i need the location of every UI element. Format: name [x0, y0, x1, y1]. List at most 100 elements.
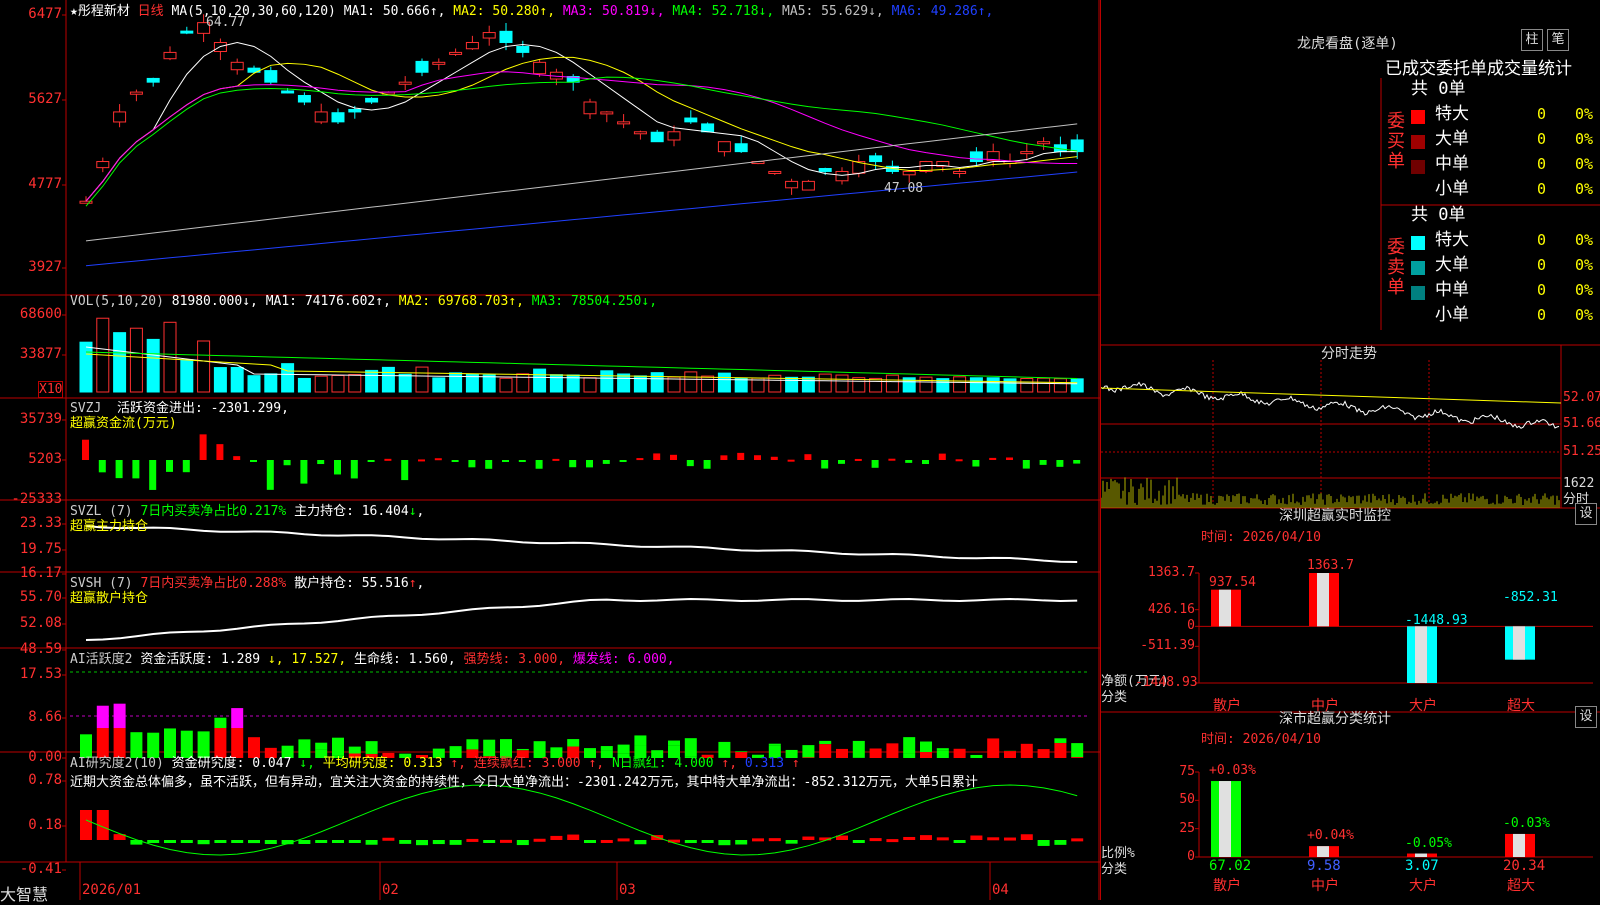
svzj-bar	[250, 460, 257, 462]
main-ytick-2: 4777	[0, 177, 62, 192]
ai1-item-1: ↓, 17.527,	[260, 652, 346, 667]
sz-class-ytick-2: 25	[1135, 821, 1195, 836]
buy-row-name-3: 小单	[1435, 182, 1469, 197]
buy-swatch-3	[1411, 185, 1425, 199]
svzj-bar	[620, 460, 627, 462]
sz-monitor-ytick-3: -511.39	[1135, 638, 1195, 653]
svzj-bar	[855, 459, 862, 461]
ai2-bar	[198, 840, 210, 844]
candle-body	[802, 181, 814, 190]
ai1-bar-base	[970, 755, 982, 758]
ai1-bar-top	[231, 708, 243, 728]
ai2-bar	[500, 840, 512, 843]
svzj-bar	[989, 458, 996, 460]
svzj-sub: 超赢资金流(万元)	[70, 412, 177, 431]
ai2-item-1: ↓,	[291, 756, 314, 771]
candle-body	[1038, 142, 1050, 144]
candle-body	[147, 78, 159, 82]
buy-row-pct-3: 0%	[1575, 182, 1593, 197]
candle-body	[735, 144, 747, 152]
ai1-bar-top	[601, 746, 613, 750]
ai2-bar	[382, 838, 394, 841]
ai2-bar	[886, 839, 898, 842]
fenshi-title: 分时走势	[1321, 343, 1377, 363]
sz-monitor-xlabel: 分类	[1101, 686, 1127, 705]
ai2-bar	[920, 835, 932, 840]
ai2-bar	[231, 840, 243, 843]
vol-ytick-0: 68600	[0, 307, 62, 322]
bar-mode-button[interactable]: 柱	[1521, 29, 1543, 51]
svzj-bar	[384, 459, 391, 461]
volume-bar	[618, 374, 630, 392]
ai1-bar-top	[567, 739, 579, 746]
buy-row-count-2: 0	[1537, 157, 1546, 172]
ai2-bar	[802, 837, 814, 840]
svsh-line	[86, 599, 1077, 640]
vol-value: 81980.000	[172, 294, 242, 309]
candle-body	[433, 62, 445, 64]
fenshi-price-line	[1101, 382, 1559, 428]
volume-bar	[1004, 379, 1016, 392]
app-logo: 大智慧	[0, 881, 48, 905]
svsh-ytick-1: 52.08	[0, 616, 62, 631]
svzj-bar	[788, 460, 795, 462]
volume-bar	[214, 368, 226, 392]
svzj-bar	[687, 460, 694, 466]
ai2-bar	[618, 838, 630, 841]
ai1-ytick-0: 17.53	[0, 667, 62, 682]
ai2-bar	[786, 840, 798, 844]
svsh-ytick-0: 55.70	[0, 590, 62, 605]
svzj-bar	[905, 460, 912, 463]
ai1-item-0: 资金活跃度: 1.289	[140, 652, 260, 667]
ai2-line	[86, 785, 1077, 855]
sell-swatch-1	[1411, 261, 1425, 275]
sz-monitor-ytick-0: 1363.7	[1135, 565, 1195, 580]
svzj-bar	[804, 454, 811, 460]
sz-monitor-title: 深圳超赢实时监控	[1279, 505, 1391, 525]
fenshi-ytick-2: 51.25	[1563, 444, 1600, 459]
volume-bar	[399, 374, 411, 392]
ai2-bar	[567, 835, 579, 840]
svzj-bar	[1023, 460, 1030, 469]
vol-label: VOL(5,10,20)	[70, 294, 164, 309]
svzj-bar	[771, 457, 778, 460]
svzj-bar	[368, 460, 375, 462]
vol-ma-value-0: MA1: 74176.602↑,	[266, 294, 391, 309]
svzj-bar	[401, 460, 408, 480]
candle-body	[332, 113, 344, 122]
candle-body	[416, 61, 428, 72]
sz-class-ytick-1: 50	[1135, 792, 1195, 807]
ai2-item-5: ↑,	[581, 756, 604, 771]
tick-mode-button[interactable]: 笔	[1547, 29, 1569, 51]
ai2-bar	[634, 840, 646, 844]
candle-body	[769, 171, 781, 173]
svzj-bar	[922, 460, 929, 464]
svzl-sub: 超赢主力持仓	[70, 515, 148, 534]
lhb-tabs[interactable]: 已成交委托单成交量统计	[1385, 54, 1600, 79]
ma-value-3: MA4: 52.718↓,	[665, 4, 775, 19]
main-chart-area[interactable]: ★彤程新材 日线 MA(5,10,20,30,60,120) MA1: 50.6…	[0, 0, 1100, 900]
svzj-bar	[536, 460, 543, 469]
svzj-bar	[653, 453, 660, 460]
volume-bar	[584, 378, 596, 392]
sell-row-name-0: 特大	[1435, 233, 1469, 248]
candle-body	[668, 132, 680, 140]
candle-body	[97, 162, 109, 168]
svzj-bar	[267, 460, 274, 490]
svzj-bar	[502, 460, 509, 462]
svzl-desc: 7日内买卖净占比0.217%	[140, 504, 286, 519]
svzj-ytick-0: 35739	[0, 412, 62, 427]
svzj-bar	[418, 459, 425, 461]
candle-body	[870, 156, 882, 162]
candle-body	[517, 47, 529, 53]
volume-bar	[735, 378, 747, 392]
sz-class-settings-button[interactable]: 设	[1575, 706, 1597, 728]
ai2-ytick-2: -0.41	[0, 862, 62, 877]
sell-row-pct-0: 0%	[1575, 233, 1593, 248]
buy-row-name-1: 大单	[1435, 132, 1469, 147]
sz-class-change-2: -0.05%	[1405, 836, 1452, 851]
candle-body	[786, 181, 798, 187]
ma-value-1: MA2: 50.280↑,	[445, 4, 555, 19]
sz-class-category-2: 大户	[1409, 879, 1437, 894]
sz-class-value-2: 3.07	[1405, 859, 1439, 874]
